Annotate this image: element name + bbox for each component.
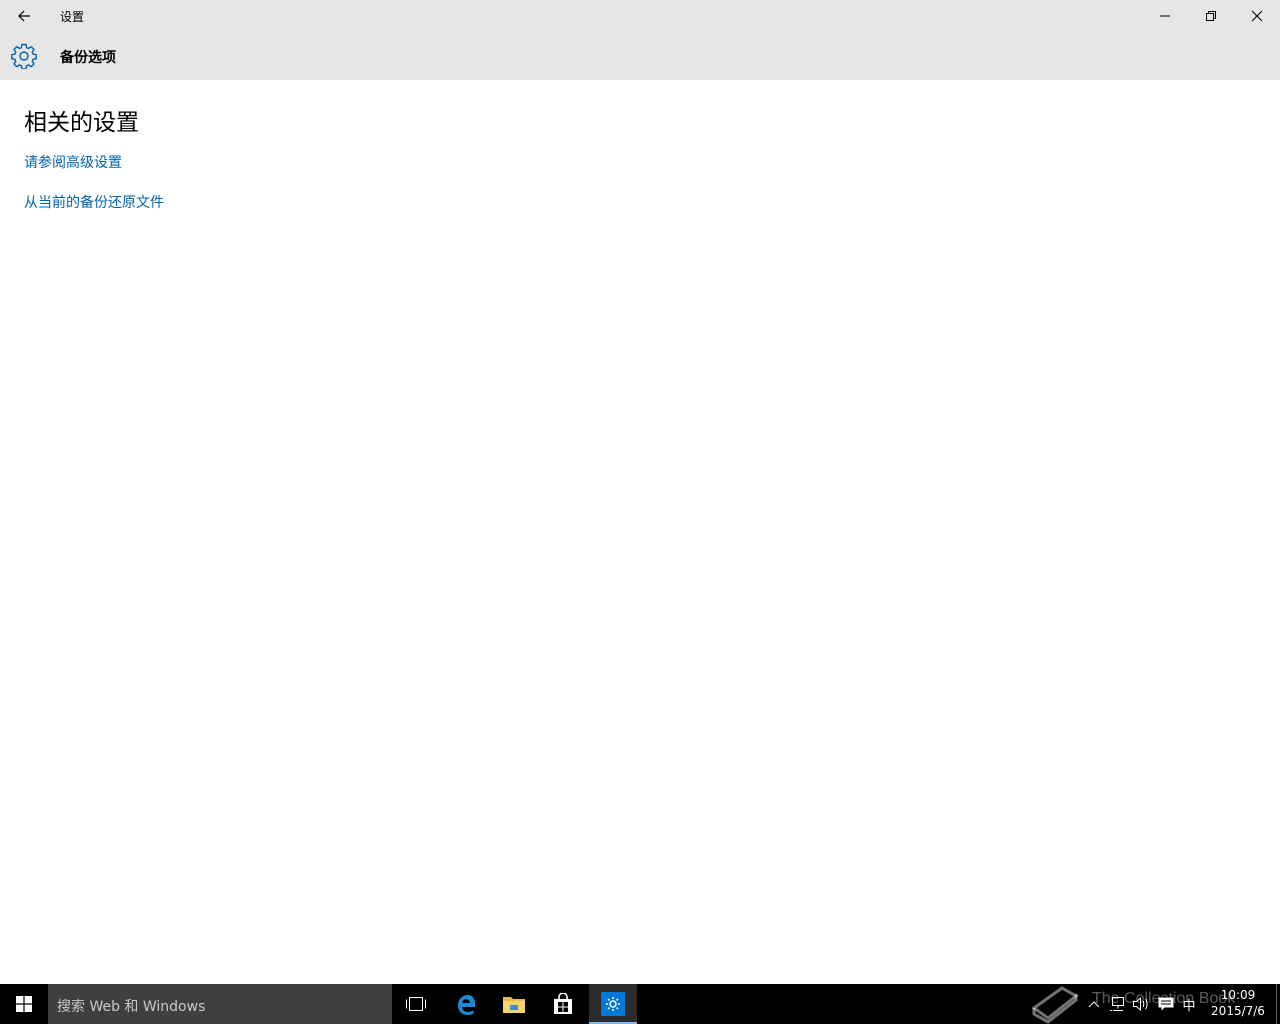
settings-icon <box>601 992 625 1016</box>
related-settings-heading: 相关的设置 <box>24 110 139 136</box>
search-input[interactable]: 搜索 Web 和 Windows <box>48 984 392 1024</box>
page-title: 备份选项 <box>60 50 116 66</box>
volume-button[interactable] <box>1131 994 1151 1014</box>
close-icon <box>1251 10 1263 22</box>
clock[interactable]: 10:09 2015/7/6 <box>1204 987 1272 1019</box>
advanced-settings-link[interactable]: 请参阅高级设置 <box>24 152 122 172</box>
search-placeholder: 搜索 Web 和 Windows <box>57 999 206 1015</box>
book-watermark-icon <box>1031 986 1079 1024</box>
clock-time: 10:09 <box>1220 988 1256 1002</box>
edge-icon <box>458 995 475 1015</box>
edge-button[interactable] <box>442 984 490 1024</box>
restore-files-link[interactable]: 从当前的备份还原文件 <box>24 192 164 212</box>
gear-icon <box>11 43 37 69</box>
show-hidden-icons-button[interactable] <box>1084 994 1104 1014</box>
start-button[interactable] <box>0 984 48 1024</box>
title-bar: 设置 <box>0 0 1280 32</box>
file-explorer-icon <box>503 997 525 1013</box>
ime-indicator[interactable]: 中 <box>1179 994 1199 1014</box>
message-icon <box>1158 997 1174 1011</box>
settings-taskbar-button[interactable] <box>589 984 637 1024</box>
taskbar: 搜索 Web 和 Windows The Book 中 10:09 2015/7… <box>0 984 1280 1024</box>
store-icon <box>554 993 572 1014</box>
restore-button[interactable] <box>1188 0 1234 32</box>
show-desktop-button[interactable] <box>1276 984 1280 1024</box>
windows-logo-icon <box>16 996 32 1012</box>
page-header: 备份选项 <box>0 32 1280 80</box>
chevron-up-icon <box>1088 1001 1100 1008</box>
network-button[interactable] <box>1108 994 1128 1014</box>
back-button[interactable] <box>0 0 48 32</box>
restore-icon <box>1206 11 1216 21</box>
store-button[interactable] <box>539 984 587 1024</box>
action-center-button[interactable] <box>1156 994 1176 1014</box>
speaker-icon <box>1133 996 1148 1012</box>
minimize-icon <box>1160 15 1170 17</box>
file-explorer-button[interactable] <box>490 984 538 1024</box>
network-icon <box>1110 997 1124 1011</box>
back-arrow-icon <box>18 10 30 22</box>
minimize-button[interactable] <box>1142 0 1188 32</box>
settings-window: 设置 备份选项 相关的设置 请参阅高级设置 从当前的备份还原文件 <box>0 0 1280 984</box>
app-title: 设置 <box>60 10 85 24</box>
task-view-button[interactable] <box>392 984 440 1024</box>
task-view-icon <box>406 997 426 1011</box>
clock-date: 2015/7/6 <box>1211 1004 1265 1018</box>
close-button[interactable] <box>1234 0 1280 32</box>
